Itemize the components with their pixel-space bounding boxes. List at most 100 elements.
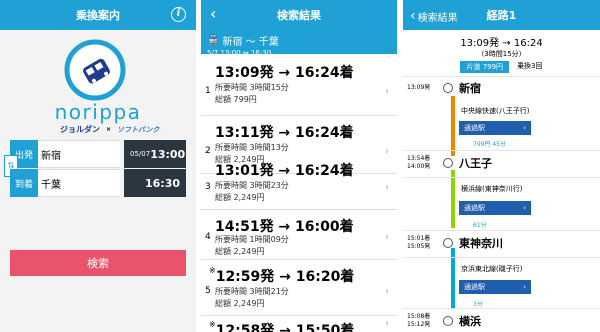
result-number: 1 bbox=[205, 86, 211, 96]
partner2-logo: ソフトバンク bbox=[117, 125, 160, 134]
duration: (3時間15分) bbox=[481, 50, 522, 58]
app-logo bbox=[63, 38, 127, 102]
segment-info: 3分 bbox=[473, 301, 483, 308]
stop-dot-icon bbox=[443, 238, 453, 248]
divider bbox=[403, 177, 600, 178]
line-name: 京浜東北線(磯子行) bbox=[461, 265, 523, 273]
result-row[interactable]: 4 14:51発 → 16:00着 所要時間 1時間09分 総額 2,249円 … bbox=[201, 210, 397, 260]
line-segment-chuo bbox=[451, 96, 455, 156]
divider bbox=[403, 230, 600, 231]
passing-stations-button[interactable]: 通過駅 › bbox=[459, 121, 531, 135]
result-times: 13:01発 → 16:24着 bbox=[215, 163, 354, 179]
date-value: 05/07 bbox=[130, 150, 151, 158]
to-label: 到着 bbox=[10, 169, 38, 197]
stop-higashikanagawa: 15:01着 15:05発 東神奈川 bbox=[407, 235, 503, 251]
partner-logos: ジョルダン × ソフトバンク bbox=[60, 125, 160, 134]
chevron-right-icon: › bbox=[385, 182, 389, 193]
passing-stations-button[interactable]: 通過駅 › bbox=[459, 201, 531, 215]
passing-stations-button[interactable]: 通過駅 › bbox=[459, 280, 531, 294]
result-number: 2 bbox=[205, 146, 211, 156]
result-duration: 所要時間 1時間09分 bbox=[215, 235, 289, 244]
result-row[interactable]: 3 13:01発 → 16:24着 所要時間 3時間23分 総額 2,249円 … bbox=[201, 163, 397, 210]
result-fare: 総額 2,249円 bbox=[215, 247, 265, 256]
transfer-count: 乗換3回 bbox=[517, 62, 543, 70]
header: 乗換案内 i bbox=[0, 0, 196, 30]
jorudan-logo: ジョルダン bbox=[60, 125, 100, 134]
stop-name: 横浜 bbox=[459, 315, 481, 328]
chevron-right-icon: › bbox=[385, 232, 389, 243]
note-mark: ※ bbox=[209, 320, 216, 329]
stop-name: 新宿 bbox=[459, 82, 481, 95]
route-stations: 新宿 〜 千葉 bbox=[222, 37, 279, 48]
stop-time: 15:12発 bbox=[407, 321, 431, 328]
divider bbox=[403, 308, 600, 309]
note-mark: ※ bbox=[209, 266, 216, 275]
route-summary-bar: 🚆 新宿 〜 千葉 5/7 13:00 ⇔ 16:30 bbox=[201, 30, 397, 57]
result-number: 5 bbox=[205, 286, 211, 296]
stop-time: 13:09発 bbox=[407, 84, 431, 91]
result-duration: 所要時間 3時間13分 bbox=[215, 143, 289, 152]
line-segment-yokohama bbox=[451, 170, 455, 228]
result-number: 4 bbox=[205, 232, 211, 242]
chevron-right-icon: › bbox=[385, 318, 389, 329]
to-station-field[interactable]: 千葉 bbox=[38, 169, 120, 197]
transit-search-screen: 乗換案内 i norippa ジョルダン × ソフトバンク 出発 新宿 05/0… bbox=[0, 0, 196, 332]
result-times: 12:59発 → 16:20着 bbox=[215, 269, 355, 285]
result-fare: 総額 799円 bbox=[215, 95, 257, 104]
result-times: 12:58発 → 15:50着 bbox=[215, 323, 355, 332]
stop-name: 東神奈川 bbox=[459, 237, 503, 250]
result-duration: 所要時間 3時間23分 bbox=[215, 181, 289, 190]
chevron-right-icon: › bbox=[523, 124, 526, 132]
back-button[interactable]: ‹ 検索結果 bbox=[410, 8, 458, 24]
info-icon[interactable]: i bbox=[171, 7, 186, 22]
route-detail-screen: ‹ 検索結果 経路1 13:09発 → 16:24 (3時間15分) 片道 799… bbox=[403, 0, 600, 332]
route-summary: 13:09発 → 16:24 (3時間15分) 片道 799円 乗換3回 bbox=[403, 30, 600, 73]
result-row[interactable]: 5 ※12:59発 → 16:20着 所要時間 3時間21分 総額 2,249円… bbox=[201, 260, 397, 316]
stop-time: 15:01着 bbox=[407, 235, 431, 242]
time-range: 13:09発 → 16:24 bbox=[460, 38, 543, 49]
stop-time: 15:08着 bbox=[407, 313, 431, 320]
brand-name: norippa bbox=[54, 100, 142, 124]
search-button[interactable]: 検索 bbox=[10, 250, 186, 276]
train-icon: 🚆 bbox=[207, 35, 220, 46]
back-chevron-icon: ‹ bbox=[410, 8, 416, 24]
line-name: 中央線快速(八王子行) bbox=[461, 107, 530, 115]
stop-dot-icon bbox=[443, 83, 453, 93]
header: ‹ 検索結果 bbox=[201, 0, 397, 30]
divider bbox=[403, 76, 600, 77]
arr-time-value: 16:30 bbox=[144, 176, 180, 190]
segment-info: 799円 45分 bbox=[473, 141, 506, 148]
button-label: 通過駅 bbox=[464, 124, 485, 132]
result-duration: 所要時間 3時間21分 bbox=[215, 287, 289, 296]
result-times: 14:51発 → 16:00着 bbox=[215, 219, 354, 235]
fare-tag: 片道 799円 bbox=[460, 61, 510, 73]
result-row[interactable]: 1 13:09発 → 16:24着 所要時間 3時間15分 総額 799円 › bbox=[201, 56, 397, 116]
chevron-right-icon: › bbox=[385, 286, 389, 297]
stop-time: 13:54着 bbox=[407, 155, 431, 162]
result-fare: 総額 2,249円 bbox=[215, 299, 265, 308]
back-chevron-icon[interactable]: ‹ bbox=[210, 4, 216, 23]
result-duration: 所要時間 3時間15分 bbox=[215, 83, 289, 92]
stop-yokohama: 15:08着 15:12発 横浜 bbox=[407, 313, 481, 329]
chevron-right-icon: › bbox=[523, 204, 526, 212]
result-fare: 総額 2,249円 bbox=[215, 193, 265, 202]
arrival-time[interactable]: 16:30 bbox=[124, 169, 186, 197]
segment-info: 61分 bbox=[473, 222, 487, 229]
divider bbox=[403, 150, 600, 151]
stop-dot-icon bbox=[443, 158, 453, 168]
departure-datetime[interactable]: 05/07 13:00 bbox=[124, 140, 186, 168]
search-results-screen: ‹ 検索結果 🚆 新宿 〜 千葉 5/7 13:00 ⇔ 16:30 1 13:0… bbox=[201, 0, 397, 332]
stop-hachioji: 13:54着 14:00発 八王子 bbox=[407, 155, 492, 171]
header: ‹ 検索結果 経路1 bbox=[403, 0, 600, 30]
stop-time: 15:05発 bbox=[407, 243, 431, 250]
page-title: 検索結果 bbox=[277, 9, 321, 22]
button-label: 通過駅 bbox=[464, 204, 485, 212]
from-station-field[interactable]: 新宿 bbox=[38, 140, 120, 168]
stop-shinjuku: 13:09発 新宿 bbox=[407, 80, 481, 96]
result-times: 13:09発 → 16:24着 bbox=[215, 65, 354, 81]
page-title: 乗換案内 bbox=[76, 9, 120, 22]
line-name: 横浜線(東神奈川行) bbox=[461, 185, 523, 193]
stop-time: 14:00発 bbox=[407, 163, 431, 170]
stop-dot-icon bbox=[443, 316, 453, 326]
result-row[interactable]: ※12:58発 → 15:50着 › bbox=[201, 316, 397, 332]
